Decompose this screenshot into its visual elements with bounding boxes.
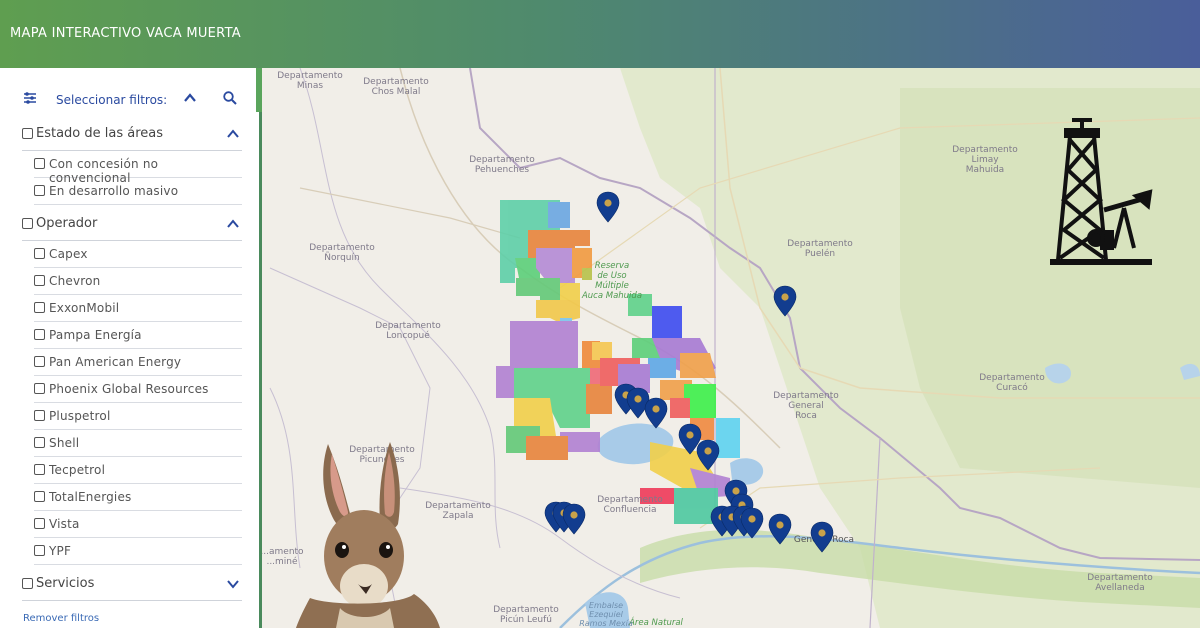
filter-label: ExxonMobil xyxy=(49,301,120,315)
filter-label: Shell xyxy=(49,436,80,450)
filter-item[interactable]: Phoenix Global Resources xyxy=(34,376,242,403)
label-areanatural: Área Natural xyxy=(628,616,683,628)
filter-label: En desarrollo masivo xyxy=(49,184,179,198)
filter-checkbox[interactable] xyxy=(34,185,45,196)
search-icon[interactable] xyxy=(222,90,238,109)
filter-item[interactable]: Tecpetrol xyxy=(34,457,242,484)
filter-checkbox[interactable] xyxy=(34,518,45,529)
chevron-up-icon[interactable] xyxy=(226,217,240,235)
area-purple-north xyxy=(536,248,575,283)
area-orange-sw xyxy=(526,436,568,460)
area-orange-c2 xyxy=(680,353,716,378)
filter-label: Vista xyxy=(49,517,80,531)
label-norquin: Departamento Ñorquín xyxy=(309,243,375,263)
filter-label: Tecpetrol xyxy=(49,463,106,477)
filter-label: Capex xyxy=(49,247,88,261)
region-green-2 xyxy=(900,88,1200,488)
area-red-c xyxy=(670,398,690,418)
filter-label: YPF xyxy=(49,544,72,558)
label-chosmalal: Departamento Chos Malal xyxy=(363,77,429,97)
sidebar-scrollbar[interactable] xyxy=(256,68,262,112)
sliders-icon[interactable] xyxy=(22,90,38,109)
area-orange-c3 xyxy=(586,384,612,414)
filter-label: Phoenix Global Resources xyxy=(49,382,209,396)
label-pehuenches: Departamento Pehuenches xyxy=(469,155,535,175)
operador-checkbox[interactable] xyxy=(22,218,33,229)
section-label: Estado de las áreas xyxy=(36,126,164,141)
filter-label: Pan American Energy xyxy=(49,355,182,369)
filter-label: Pampa Energía xyxy=(49,328,142,342)
filter-checkbox[interactable] xyxy=(34,383,45,394)
filter-checkbox[interactable] xyxy=(34,302,45,313)
area-blue-north xyxy=(548,202,570,228)
filter-checkbox[interactable] xyxy=(34,545,45,556)
filter-item[interactable]: Chevron xyxy=(34,268,242,295)
label-minas: Departamento Minas xyxy=(277,71,343,91)
app-header: MAPA INTERACTIVO VACA MUERTA xyxy=(0,0,1200,68)
filter-item[interactable]: YPF xyxy=(34,538,242,565)
filter-checkbox[interactable] xyxy=(34,356,45,367)
filter-header: Seleccionar filtros: xyxy=(22,90,242,110)
filter-item[interactable]: ExxonMobil xyxy=(34,295,242,322)
filter-item[interactable]: Shell xyxy=(34,430,242,457)
area-purple-big xyxy=(510,321,578,368)
area-purple-w xyxy=(496,366,516,398)
label-confluencia: Departamento Confluencia xyxy=(597,495,663,515)
filter-item[interactable]: TotalEnergies xyxy=(34,484,242,511)
filter-item[interactable]: Con concesión no convencional xyxy=(34,151,242,185)
section-estado[interactable]: Estado de las áreas xyxy=(22,124,242,146)
label-avellaneda: Departamento Avellaneda xyxy=(1087,573,1153,593)
filter-label: TotalEnergies xyxy=(49,490,132,504)
map-marker xyxy=(644,397,668,429)
area-yellow-mid xyxy=(536,300,580,323)
filter-checkbox[interactable] xyxy=(34,464,45,475)
mara-illustration xyxy=(296,442,440,628)
filter-checkbox[interactable] xyxy=(34,410,45,421)
section-label: Operador xyxy=(36,216,98,231)
area-blue-e xyxy=(652,306,682,338)
chevron-up-icon[interactable] xyxy=(182,90,198,109)
chevron-down-icon[interactable] xyxy=(226,577,240,595)
filter-item[interactable]: Capex xyxy=(34,241,242,268)
section-servicios[interactable]: Servicios xyxy=(22,574,242,596)
filter-item[interactable]: Pan American Energy xyxy=(34,349,242,376)
filter-item[interactable]: Pluspetrol xyxy=(34,403,242,430)
remove-filters-link[interactable]: Remover filtros xyxy=(23,613,99,624)
section-label: Servicios xyxy=(36,576,95,591)
area-blue-c xyxy=(648,358,676,378)
area-cyan xyxy=(716,418,740,458)
map-marker xyxy=(596,191,620,223)
filter-checkbox[interactable] xyxy=(34,248,45,259)
filter-checkbox[interactable] xyxy=(34,491,45,502)
filter-checkbox[interactable] xyxy=(34,329,45,340)
filter-checkbox[interactable] xyxy=(34,437,45,448)
app-title: MAPA INTERACTIVO VACA MUERTA xyxy=(10,26,241,41)
map-marker xyxy=(626,387,650,419)
filter-sidebar: Seleccionar filtros: Estado de las áreas… xyxy=(0,68,262,628)
filter-label: Chevron xyxy=(49,274,101,288)
area-olive xyxy=(582,268,592,280)
area-yellow-c xyxy=(592,342,612,360)
filter-checkbox[interactable] xyxy=(34,158,45,169)
section-operador[interactable]: Operador xyxy=(22,214,242,236)
filter-item[interactable]: Vista xyxy=(34,511,242,538)
filter-label: Pluspetrol xyxy=(49,409,111,423)
estado-checkbox[interactable] xyxy=(22,128,33,139)
concession-areas xyxy=(496,200,740,524)
label-picunleufu: Departamento Picún Leufú xyxy=(493,605,559,625)
chevron-up-icon[interactable] xyxy=(226,127,240,145)
road-3 xyxy=(299,187,521,239)
filter-item[interactable]: Pampa Energía xyxy=(34,322,242,349)
divider xyxy=(22,600,242,601)
servicios-checkbox[interactable] xyxy=(22,578,33,589)
filter-title: Seleccionar filtros: xyxy=(56,93,168,107)
filter-item[interactable]: En desarrollo masivo xyxy=(34,178,242,205)
filter-checkbox[interactable] xyxy=(34,275,45,286)
